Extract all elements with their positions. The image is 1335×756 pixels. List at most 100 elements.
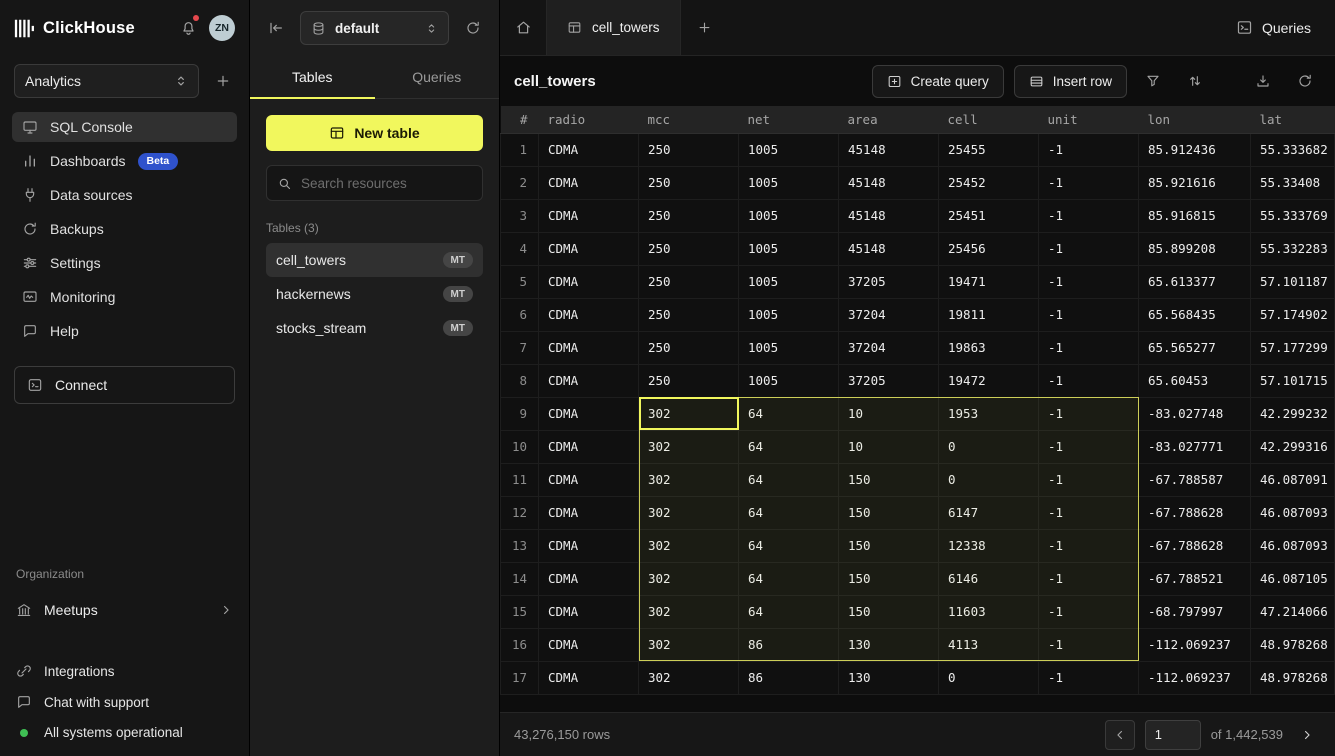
data-cell[interactable]: 1005 <box>739 298 839 331</box>
data-cell[interactable]: 12338 <box>939 529 1039 562</box>
data-cell[interactable]: -1 <box>1039 166 1139 199</box>
row-number-cell[interactable]: 12 <box>501 496 539 529</box>
queries-button[interactable]: Queries <box>1212 0 1335 55</box>
data-cell[interactable]: CDMA <box>539 133 639 166</box>
data-cell[interactable]: -1 <box>1039 331 1139 364</box>
download-button[interactable] <box>1247 65 1279 97</box>
data-cell[interactable]: 1005 <box>739 364 839 397</box>
data-cell[interactable]: 130 <box>839 628 939 661</box>
data-cell[interactable]: CDMA <box>539 496 639 529</box>
data-cell[interactable]: 57.101187 <box>1251 265 1335 298</box>
data-cell[interactable]: 47.214066 <box>1251 595 1335 628</box>
data-cell[interactable]: 55.332283 <box>1251 232 1335 265</box>
data-cell[interactable]: CDMA <box>539 595 639 628</box>
data-cell[interactable]: -1 <box>1039 364 1139 397</box>
create-query-button[interactable]: Create query <box>872 65 1004 98</box>
data-cell[interactable]: 150 <box>839 595 939 628</box>
data-cell[interactable]: 46.087105 <box>1251 562 1335 595</box>
data-cell[interactable]: 250 <box>639 199 739 232</box>
data-cell[interactable]: 37205 <box>839 364 939 397</box>
data-cell[interactable]: 150 <box>839 496 939 529</box>
sidebar-item-backups[interactable]: Backups <box>12 214 237 244</box>
data-cell[interactable]: -67.788521 <box>1139 562 1251 595</box>
table-list-item-cell-towers[interactable]: cell_towers MT <box>266 243 483 277</box>
data-cell[interactable]: 55.333769 <box>1251 199 1335 232</box>
data-cell[interactable]: 57.174902 <box>1251 298 1335 331</box>
data-cell[interactable]: 302 <box>639 463 739 496</box>
data-cell[interactable]: 150 <box>839 463 939 496</box>
data-cell[interactable]: 11603 <box>939 595 1039 628</box>
data-cell[interactable]: -1 <box>1039 562 1139 595</box>
data-cell[interactable]: 250 <box>639 331 739 364</box>
data-cell[interactable]: 46.087093 <box>1251 529 1335 562</box>
data-cell[interactable]: 250 <box>639 133 739 166</box>
data-cell[interactable]: 302 <box>639 595 739 628</box>
row-number-cell[interactable]: 9 <box>501 397 539 430</box>
data-cell[interactable]: 1005 <box>739 232 839 265</box>
sidebar-item-help[interactable]: Help <box>12 316 237 346</box>
data-cell[interactable]: -83.027748 <box>1139 397 1251 430</box>
data-cell[interactable]: 4113 <box>939 628 1039 661</box>
data-cell[interactable]: 45148 <box>839 199 939 232</box>
refresh-table-button[interactable] <box>1289 65 1321 97</box>
data-cell[interactable]: -67.788628 <box>1139 496 1251 529</box>
data-cell[interactable]: 250 <box>639 364 739 397</box>
avatar[interactable]: ZN <box>209 15 235 41</box>
data-cell[interactable]: 0 <box>939 430 1039 463</box>
row-number-cell[interactable]: 7 <box>501 331 539 364</box>
row-number-cell[interactable]: 8 <box>501 364 539 397</box>
search-input[interactable] <box>301 176 472 191</box>
data-cell[interactable]: 65.565277 <box>1139 331 1251 364</box>
data-cell[interactable]: 45148 <box>839 232 939 265</box>
row-number-cell[interactable]: 5 <box>501 265 539 298</box>
data-cell[interactable]: -83.027771 <box>1139 430 1251 463</box>
column-header-area[interactable]: area <box>839 106 939 133</box>
data-cell[interactable]: 250 <box>639 265 739 298</box>
workspace-select[interactable]: Analytics <box>14 64 199 98</box>
data-cell[interactable]: 10 <box>839 430 939 463</box>
row-number-cell[interactable]: 14 <box>501 562 539 595</box>
data-cell[interactable]: 1953 <box>939 397 1039 430</box>
new-table-button[interactable]: New table <box>266 115 483 151</box>
data-cell[interactable]: 86 <box>739 628 839 661</box>
data-cell[interactable]: 37204 <box>839 298 939 331</box>
data-cell[interactable]: 64 <box>739 397 839 430</box>
data-cell[interactable]: 250 <box>639 166 739 199</box>
data-cell[interactable]: CDMA <box>539 661 639 694</box>
data-cell[interactable]: 19863 <box>939 331 1039 364</box>
data-cell[interactable]: -1 <box>1039 595 1139 628</box>
data-cell[interactable]: 37204 <box>839 331 939 364</box>
tab-queries[interactable]: Queries <box>375 56 500 98</box>
column-header-cell[interactable]: cell <box>939 106 1039 133</box>
next-page-button[interactable] <box>1293 720 1321 750</box>
data-cell[interactable]: CDMA <box>539 397 639 430</box>
insert-row-button[interactable]: Insert row <box>1014 65 1127 98</box>
data-cell[interactable]: -1 <box>1039 232 1139 265</box>
data-cell[interactable]: -1 <box>1039 133 1139 166</box>
data-cell[interactable]: -1 <box>1039 529 1139 562</box>
data-cell[interactable]: 19472 <box>939 364 1039 397</box>
data-cell[interactable]: 25456 <box>939 232 1039 265</box>
sort-button[interactable] <box>1179 65 1211 97</box>
data-cell[interactable]: 302 <box>639 397 739 430</box>
data-cell[interactable]: -1 <box>1039 463 1139 496</box>
data-cell[interactable]: CDMA <box>539 529 639 562</box>
data-cell[interactable]: CDMA <box>539 562 639 595</box>
data-cell[interactable]: -112.069237 <box>1139 661 1251 694</box>
system-status[interactable]: All systems operational <box>16 725 233 740</box>
data-cell[interactable]: 65.568435 <box>1139 298 1251 331</box>
tab-tables[interactable]: Tables <box>250 56 375 98</box>
data-cell[interactable]: 302 <box>639 661 739 694</box>
column-header-num[interactable]: # <box>501 106 539 133</box>
data-cell[interactable]: 1005 <box>739 166 839 199</box>
data-cell[interactable]: CDMA <box>539 331 639 364</box>
data-cell[interactable]: 42.299316 <box>1251 430 1335 463</box>
notifications-button[interactable] <box>175 15 201 41</box>
data-cell[interactable]: 37205 <box>839 265 939 298</box>
data-cell[interactable]: 6147 <box>939 496 1039 529</box>
data-cell[interactable]: 45148 <box>839 166 939 199</box>
data-cell[interactable]: -112.069237 <box>1139 628 1251 661</box>
data-cell[interactable]: 42.299232 <box>1251 397 1335 430</box>
column-header-net[interactable]: net <box>739 106 839 133</box>
data-cell[interactable]: 25451 <box>939 199 1039 232</box>
